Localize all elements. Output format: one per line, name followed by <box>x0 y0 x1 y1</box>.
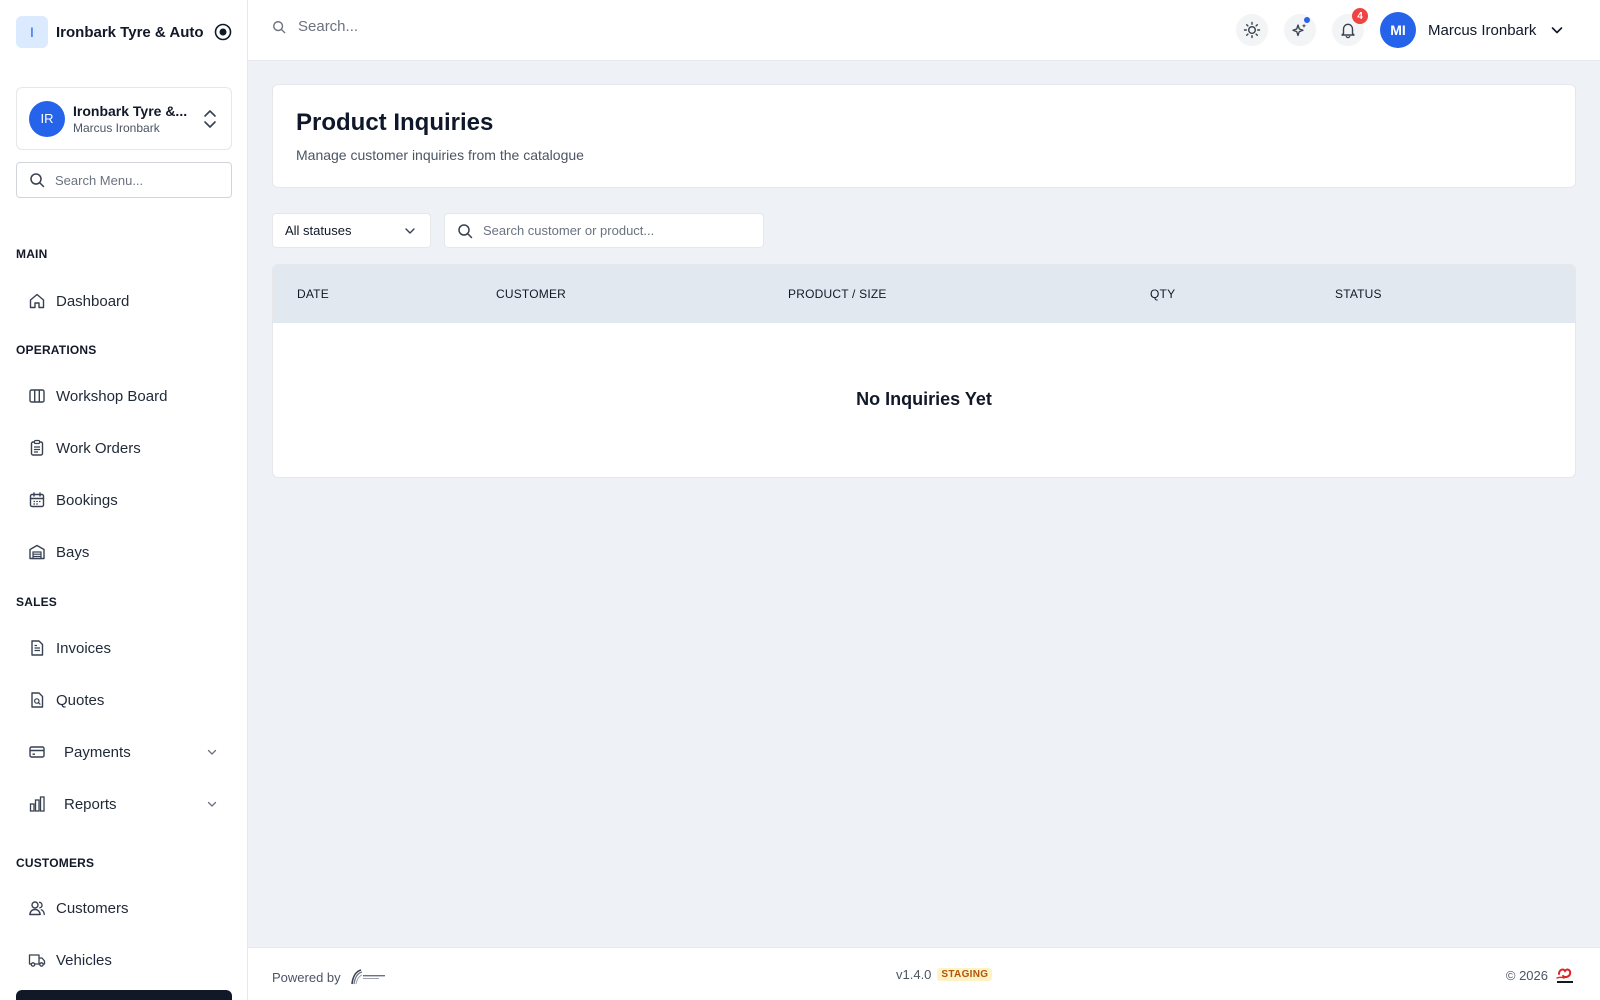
ai-indicator-dot <box>1304 17 1310 23</box>
copyright: © 2026 <box>1506 965 1576 985</box>
sidebar-item-label: Invoices <box>56 639 112 657</box>
inquiry-search-input[interactable] <box>483 223 753 238</box>
file-search-icon <box>31 692 44 708</box>
empty-state-message: No Inquiries Yet <box>856 389 992 409</box>
section-operations: OPERATIONS <box>16 343 97 357</box>
search-icon <box>458 223 473 238</box>
section-customers: CUSTOMERS <box>16 856 95 870</box>
copyright-text: © 2026 <box>1505 967 1548 983</box>
global-search-input[interactable] <box>298 18 558 35</box>
user-menu[interactable]: MI Marcus Ironbark <box>1380 12 1564 48</box>
sidebar-item-payments[interactable]: Payments <box>16 732 232 772</box>
brand-logo: I <box>16 16 48 48</box>
credit-card-icon <box>29 746 45 758</box>
sidebar-item-label: Dashboard <box>56 292 130 310</box>
sidebar-item-label: Customers <box>56 899 129 917</box>
search-icon <box>273 20 286 33</box>
sidebar-item-bays[interactable]: Bays <box>16 532 232 572</box>
sun-icon <box>1243 21 1261 39</box>
section-main: MAIN <box>16 247 48 261</box>
global-search <box>272 18 558 35</box>
clipboard-list-icon <box>30 439 44 456</box>
sidebar-item-label: Bookings <box>56 491 118 509</box>
sidebar-item-workshop-board[interactable]: Workshop Board <box>16 376 232 416</box>
chevron-down-icon <box>1552 27 1563 34</box>
menu-search-input[interactable] <box>55 172 215 188</box>
sidebar-item-bookings[interactable]: Bookings <box>16 480 232 520</box>
version-number: v1.4.0 <box>896 967 932 982</box>
sidebar-item-label: Work Orders <box>56 439 141 457</box>
page-header-card: Product Inquiries Manage customer inquir… <box>272 84 1576 188</box>
column-header-status[interactable]: STATUS <box>1335 287 1382 301</box>
sidebar-item-dashboard[interactable]: Dashboard <box>16 281 232 321</box>
file-text-icon <box>31 640 44 656</box>
ai-assistant-button[interactable] <box>1284 14 1316 46</box>
vendor-logo[interactable] <box>349 967 387 987</box>
page-title: Product Inquiries <box>296 109 494 136</box>
notifications-button[interactable]: 4 <box>1332 8 1368 46</box>
brand[interactable]: I Ironbark Tyre & Auto <box>16 16 232 48</box>
sparkles-icon <box>1292 23 1307 37</box>
environment-badge: STAGING <box>937 968 993 981</box>
column-header-qty[interactable]: QTY <box>1150 287 1175 301</box>
search-icon <box>30 173 45 188</box>
version-info: v1.4.0 STAGING <box>896 967 993 982</box>
org-switcher[interactable]: IR Ironbark Tyre &... Marcus Ironbark <box>16 87 232 150</box>
inquiries-table: DATE CUSTOMER PRODUCT / SIZE QTY STATUS … <box>272 264 1576 478</box>
user-name: Marcus Ironbark <box>1428 21 1537 39</box>
users-icon <box>29 901 45 916</box>
status-filter-select[interactable]: All statuses <box>272 213 431 248</box>
powered-by-label: Powered by <box>272 969 341 985</box>
sidebar: I Ironbark Tyre & Auto IR Ironbark Tyre … <box>0 0 248 1000</box>
top-bar: 4 MI Marcus Ironbark <box>248 0 1600 61</box>
sidebar-item-quotes[interactable]: Quotes <box>16 680 232 720</box>
table-header: DATE CUSTOMER PRODUCT / SIZE QTY STATUS <box>273 265 1575 323</box>
warehouse-icon <box>29 544 45 560</box>
sidebar-item-reports[interactable]: Reports <box>16 784 232 824</box>
column-header-product-size[interactable]: PRODUCT / SIZE <box>788 287 887 301</box>
sidebar-item-vehicles[interactable]: Vehicles <box>16 940 232 980</box>
powered-by: Powered by <box>272 967 387 987</box>
org-avatar: IR <box>29 100 65 137</box>
company-logo[interactable] <box>1554 965 1576 985</box>
menu-search <box>16 162 232 198</box>
org-user: Marcus Ironbark <box>73 120 160 135</box>
sidebar-item-work-orders[interactable]: Work Orders <box>16 428 232 468</box>
column-header-customer[interactable]: CUSTOMER <box>496 287 566 301</box>
chevron-down-icon <box>405 228 415 234</box>
chevron-down-icon <box>207 801 217 807</box>
section-sales: SALES <box>16 595 58 609</box>
sidebar-item-customers[interactable]: Customers <box>16 888 232 928</box>
target-icon[interactable] <box>214 23 232 41</box>
sidebar-item-label: Vehicles <box>56 951 112 969</box>
sidebar-item-invoices[interactable]: Invoices <box>16 628 232 668</box>
sidebar-item-label: Reports <box>64 795 117 813</box>
footer: Powered by v1.4.0 STAGING © 2026 <box>248 947 1600 1000</box>
avatar: MI <box>1380 12 1416 48</box>
sidebar-item-label: Payments <box>64 743 131 761</box>
calendar-icon <box>29 492 45 508</box>
sidebar-item-label: Quotes <box>56 691 105 709</box>
brand-name: Ironbark Tyre & Auto <box>56 23 204 41</box>
sidebar-active-item-partial[interactable] <box>16 990 232 1000</box>
org-name: Ironbark Tyre &... <box>73 102 188 119</box>
home-icon <box>29 293 45 309</box>
inquiry-search <box>444 213 764 248</box>
truck-icon <box>28 954 46 967</box>
notification-count-badge: 4 <box>1352 8 1368 24</box>
column-header-date[interactable]: DATE <box>297 287 329 301</box>
bell-icon <box>1341 23 1355 39</box>
page-subtitle: Manage customer inquiries from the catal… <box>296 147 584 163</box>
sidebar-item-label: Bays <box>56 543 90 561</box>
theme-toggle-button[interactable] <box>1236 14 1268 46</box>
status-filter-value: All statuses <box>285 223 352 238</box>
bar-chart-icon <box>29 796 45 812</box>
chevrons-up-down-icon <box>204 110 216 128</box>
sidebar-item-label: Workshop Board <box>56 387 168 405</box>
chevron-down-icon <box>207 749 217 755</box>
columns-icon <box>29 389 45 403</box>
